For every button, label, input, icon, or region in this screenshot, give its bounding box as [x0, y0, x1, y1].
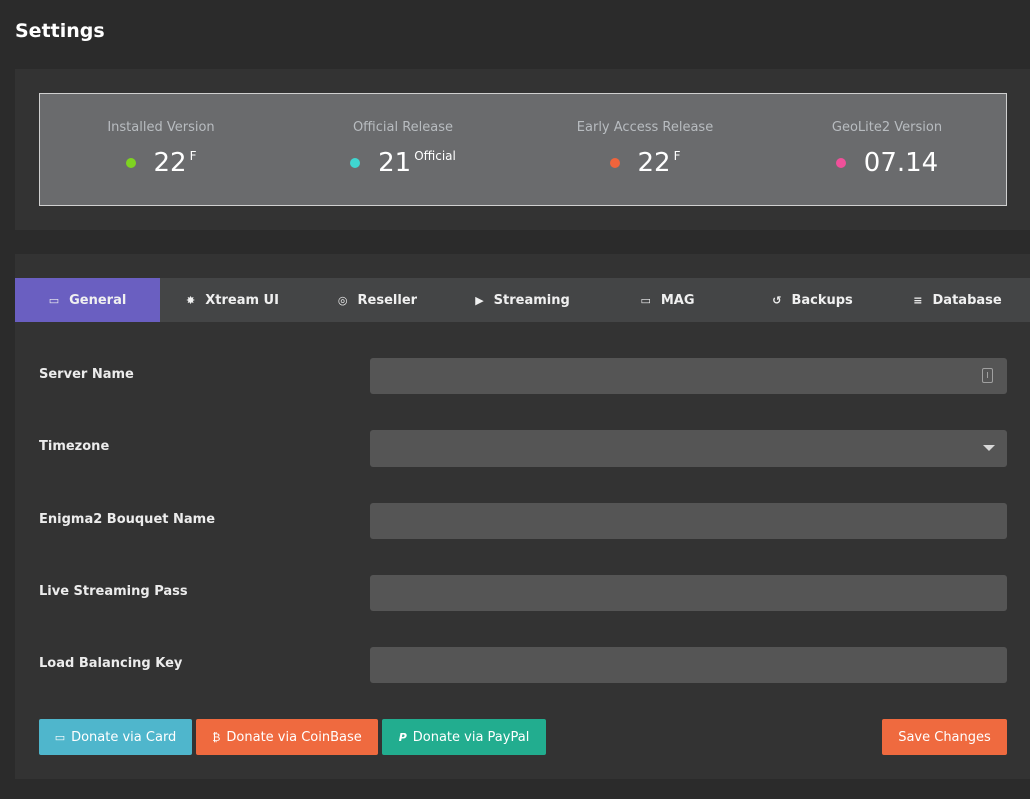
stat-early-access-release: Early Access Release 22 F	[524, 94, 766, 205]
stat-value: 22	[153, 148, 187, 178]
database-icon: ≡	[913, 293, 923, 307]
tab-label: Xtream UI	[205, 292, 279, 308]
form-row-enigma2-bouquet: Enigma2 Bouquet Name	[39, 503, 1007, 539]
tv-icon: ▭	[640, 293, 651, 307]
donate-paypal-button[interactable]: P Donate via PayPal	[382, 719, 546, 755]
stat-value: 07.14	[863, 148, 939, 178]
load-balancing-key-label: Load Balancing Key	[39, 656, 183, 671]
stat-suffix: F	[189, 149, 197, 163]
id-card-icon: ▭	[48, 293, 60, 307]
status-dot-icon	[125, 158, 136, 168]
history-icon: ↺	[772, 293, 782, 307]
tab-label: Backups	[791, 292, 853, 308]
tab-reseller[interactable]: ◎ Reseller	[305, 278, 450, 322]
chevron-down-icon	[983, 445, 995, 451]
stat-label: GeoLite2 Version	[831, 120, 943, 135]
save-changes-button[interactable]: Save Changes	[882, 719, 1007, 755]
settings-page: Settings Installed Version 22 F Official…	[0, 0, 1030, 799]
donate-card-button[interactable]: ▭ Donate via Card	[39, 719, 192, 755]
play-icon: ▶	[475, 293, 484, 307]
stat-value: 22	[637, 148, 671, 178]
tab-label: Database	[932, 292, 1002, 308]
status-dot-icon	[350, 158, 361, 168]
timezone-label: Timezone	[39, 439, 110, 454]
version-card: Installed Version 22 F Official Release …	[15, 69, 1030, 230]
timezone-select[interactable]	[370, 430, 1007, 467]
status-dot-icon	[835, 158, 846, 168]
coins-icon: ◎	[337, 293, 348, 307]
tab-database[interactable]: ≡ Database	[885, 278, 1030, 322]
tab-label: Reseller	[357, 292, 418, 308]
donate-coinbase-button[interactable]: ₿ Donate via CoinBase	[196, 719, 378, 755]
tab-label: General	[69, 292, 127, 308]
enigma2-bouquet-input[interactable]	[370, 503, 1007, 539]
button-label: Donate via CoinBase	[226, 729, 362, 745]
tab-label: MAG	[660, 292, 695, 308]
form-row-timezone: Timezone	[39, 430, 1007, 467]
credit-card-icon: ▭	[54, 730, 66, 744]
stat-label: Early Access Release	[576, 120, 714, 135]
stat-official-release: Official Release 21 Official	[282, 94, 524, 205]
status-dot-icon	[609, 158, 620, 168]
button-label: Donate via PayPal	[412, 729, 530, 745]
form-row-server-name: Server Name	[39, 358, 1007, 394]
button-label: Save Changes	[898, 729, 991, 745]
page-title: Settings	[15, 20, 105, 42]
tab-mag[interactable]: ▭ MAG	[595, 278, 740, 322]
bitcoin-icon: ₿	[212, 730, 221, 744]
stat-suffix: F	[673, 149, 681, 163]
enigma2-bouquet-label: Enigma2 Bouquet Name	[39, 512, 216, 527]
live-streaming-pass-input[interactable]	[370, 575, 1007, 611]
stat-installed-version: Installed Version 22 F	[40, 94, 282, 205]
version-summary: Installed Version 22 F Official Release …	[39, 93, 1007, 206]
server-name-input[interactable]	[370, 358, 1007, 394]
settings-card: ▭ General ✸ Xtream UI ◎ Reseller ▶ Strea…	[15, 254, 1030, 779]
stat-geolite2-version: GeoLite2 Version 07.14	[766, 94, 1008, 205]
tab-streaming[interactable]: ▶ Streaming	[450, 278, 595, 322]
gear-icon: ✸	[186, 293, 196, 307]
live-streaming-pass-label: Live Streaming Pass	[39, 584, 188, 599]
stat-value: 21	[378, 148, 412, 178]
tab-label: Streaming	[493, 292, 570, 308]
server-name-label: Server Name	[39, 367, 134, 382]
stat-label: Official Release	[352, 120, 454, 135]
form-row-load-balancing-key: Load Balancing Key	[39, 647, 1007, 683]
paypal-icon: P	[398, 730, 407, 744]
form-row-live-streaming-pass: Live Streaming Pass	[39, 575, 1007, 611]
password-manager-icon[interactable]	[982, 368, 993, 383]
settings-tabs: ▭ General ✸ Xtream UI ◎ Reseller ▶ Strea…	[15, 278, 1030, 322]
stat-suffix: Official	[414, 149, 456, 163]
tab-general[interactable]: ▭ General	[15, 278, 160, 322]
button-label: Donate via Card	[71, 729, 177, 745]
stat-label: Installed Version	[107, 120, 215, 135]
load-balancing-key-input[interactable]	[370, 647, 1007, 683]
tab-backups[interactable]: ↺ Backups	[740, 278, 885, 322]
tab-xtream-ui[interactable]: ✸ Xtream UI	[160, 278, 305, 322]
